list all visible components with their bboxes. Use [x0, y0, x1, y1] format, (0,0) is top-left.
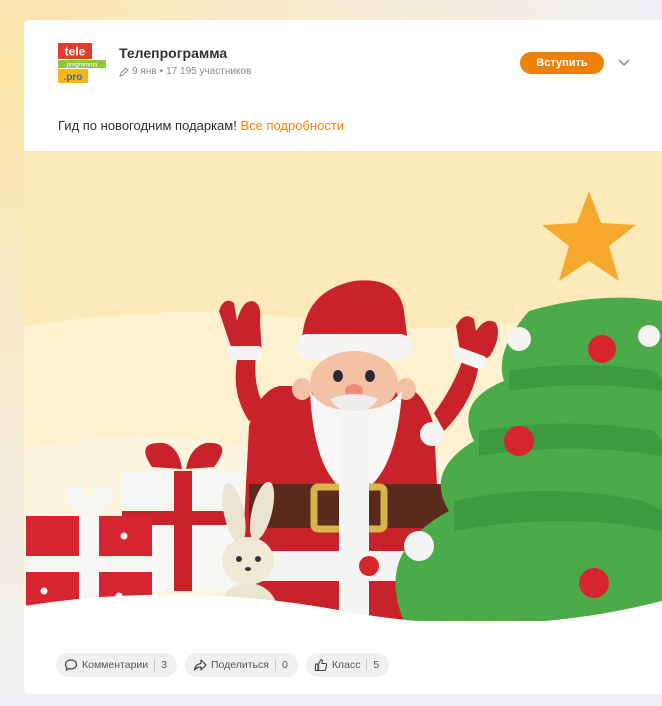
divider	[154, 659, 156, 671]
share-count: 0	[281, 659, 288, 671]
comments-label: Комментарии	[82, 659, 149, 671]
speech-bubble-icon	[64, 659, 78, 672]
post-header: tele programma .pro Телепрограмма 9 янв …	[24, 20, 662, 100]
post-actions: Комментарии 3 Поделиться 0 Класс 5	[56, 653, 390, 677]
details-link[interactable]: Все подробности	[240, 118, 344, 133]
comments-count: 3	[161, 659, 167, 671]
share-button[interactable]: Поделиться 0	[184, 653, 298, 677]
post-image[interactable]	[24, 151, 662, 643]
post-message: Гид по новогодним подаркам!	[58, 118, 237, 133]
share-label: Поделиться	[210, 659, 269, 671]
group-name[interactable]: Телепрограмма	[119, 45, 227, 61]
share-arrow-icon	[193, 659, 207, 671]
post-card: tele programma .pro Телепрограмма 9 янв …	[24, 20, 662, 694]
join-button[interactable]: Вступить	[520, 52, 604, 74]
pencil-icon	[119, 66, 129, 77]
like-count: 5	[373, 659, 380, 671]
divider	[274, 659, 276, 671]
like-label: Класс	[331, 659, 361, 671]
like-button[interactable]: Класс 5	[305, 653, 390, 677]
logo-text-top: tele	[65, 45, 86, 59]
post-meta: 9 янв • 17 195 участников	[119, 66, 251, 77]
chevron-down-icon[interactable]	[616, 54, 632, 70]
group-logo[interactable]: tele programma .pro	[58, 43, 106, 83]
member-count: 17 195 участников	[166, 66, 252, 77]
meta-separator: •	[159, 66, 164, 77]
post-text: Гид по новогодним подаркам! Все подробно…	[58, 118, 344, 133]
post-date: 9 янв	[132, 66, 157, 77]
logo-text-bottom: .pro	[64, 72, 83, 83]
divider	[366, 659, 368, 671]
logo-text-mid: programma	[67, 63, 98, 69]
comments-button[interactable]: Комментарии 3	[56, 653, 177, 677]
thumbs-up-icon	[314, 658, 328, 672]
